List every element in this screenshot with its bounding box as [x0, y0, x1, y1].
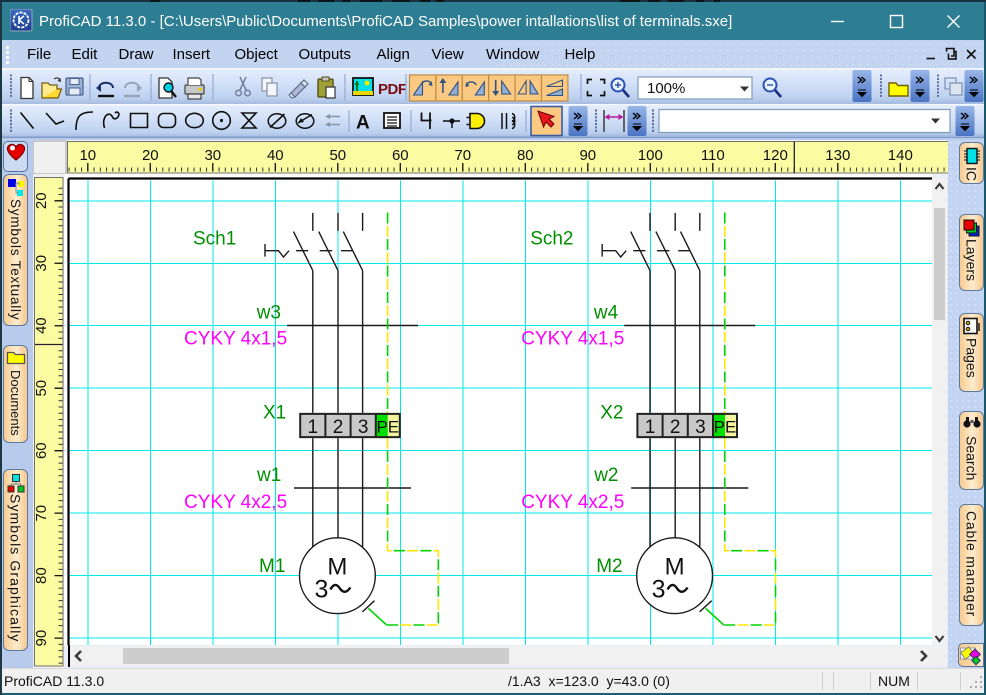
svg-text:A: A	[356, 113, 370, 134]
svg-text:w1: w1	[256, 465, 281, 486]
svg-text:CYKY 4x2,5: CYKY 4x2,5	[521, 492, 624, 513]
svg-text:130: 130	[825, 147, 850, 164]
svg-text:50: 50	[329, 147, 346, 164]
svg-text:80: 80	[517, 147, 534, 164]
svg-text:3: 3	[652, 576, 666, 604]
svg-text:M: M	[665, 554, 685, 581]
svg-text:2: 2	[333, 417, 344, 438]
svg-text:M1: M1	[259, 556, 285, 577]
svg-text:1: 1	[645, 417, 656, 438]
svg-text:70: 70	[33, 505, 50, 522]
svg-text:60: 60	[392, 147, 409, 164]
svg-text:120: 120	[763, 147, 788, 164]
svg-text:CYKY 4x1,5: CYKY 4x1,5	[521, 328, 624, 349]
svg-text:PDF: PDF	[378, 81, 407, 98]
svg-text:10: 10	[79, 147, 96, 164]
svg-text:PE: PE	[714, 418, 737, 437]
svg-text:X2: X2	[600, 403, 623, 424]
svg-text:Sch2: Sch2	[530, 229, 573, 250]
svg-text:CYKY 4x1,5: CYKY 4x1,5	[184, 328, 287, 349]
svg-text:90: 90	[33, 630, 50, 647]
svg-text:100%: 100%	[647, 80, 685, 97]
svg-text:40: 40	[33, 317, 50, 334]
svg-text:50: 50	[33, 380, 50, 397]
svg-text:3: 3	[314, 576, 328, 604]
svg-text:PE: PE	[376, 418, 399, 437]
svg-text:X1: X1	[263, 403, 286, 424]
svg-text:140: 140	[888, 147, 913, 164]
svg-text:M2: M2	[596, 556, 622, 577]
svg-text:CYKY 4x2,5: CYKY 4x2,5	[184, 492, 287, 513]
svg-text:w2: w2	[593, 465, 618, 486]
svg-text:3: 3	[358, 417, 369, 438]
svg-text:80: 80	[33, 567, 50, 584]
svg-text:100: 100	[638, 147, 663, 164]
svg-text:60: 60	[33, 442, 50, 459]
svg-text:110: 110	[701, 147, 725, 164]
svg-text:40: 40	[267, 147, 284, 164]
svg-text:w3: w3	[256, 303, 281, 324]
svg-text:20: 20	[33, 192, 50, 209]
svg-text:20: 20	[142, 147, 159, 164]
svg-text:70: 70	[454, 147, 471, 164]
svg-text:M: M	[327, 554, 347, 581]
svg-text:30: 30	[33, 255, 50, 272]
svg-text:Sch1: Sch1	[193, 229, 236, 250]
svg-text:1: 1	[308, 417, 319, 438]
svg-text:2: 2	[670, 417, 681, 438]
svg-text:3: 3	[695, 417, 706, 438]
svg-text:30: 30	[204, 147, 221, 164]
svg-text:w4: w4	[593, 303, 619, 324]
svg-text:90: 90	[579, 147, 596, 164]
